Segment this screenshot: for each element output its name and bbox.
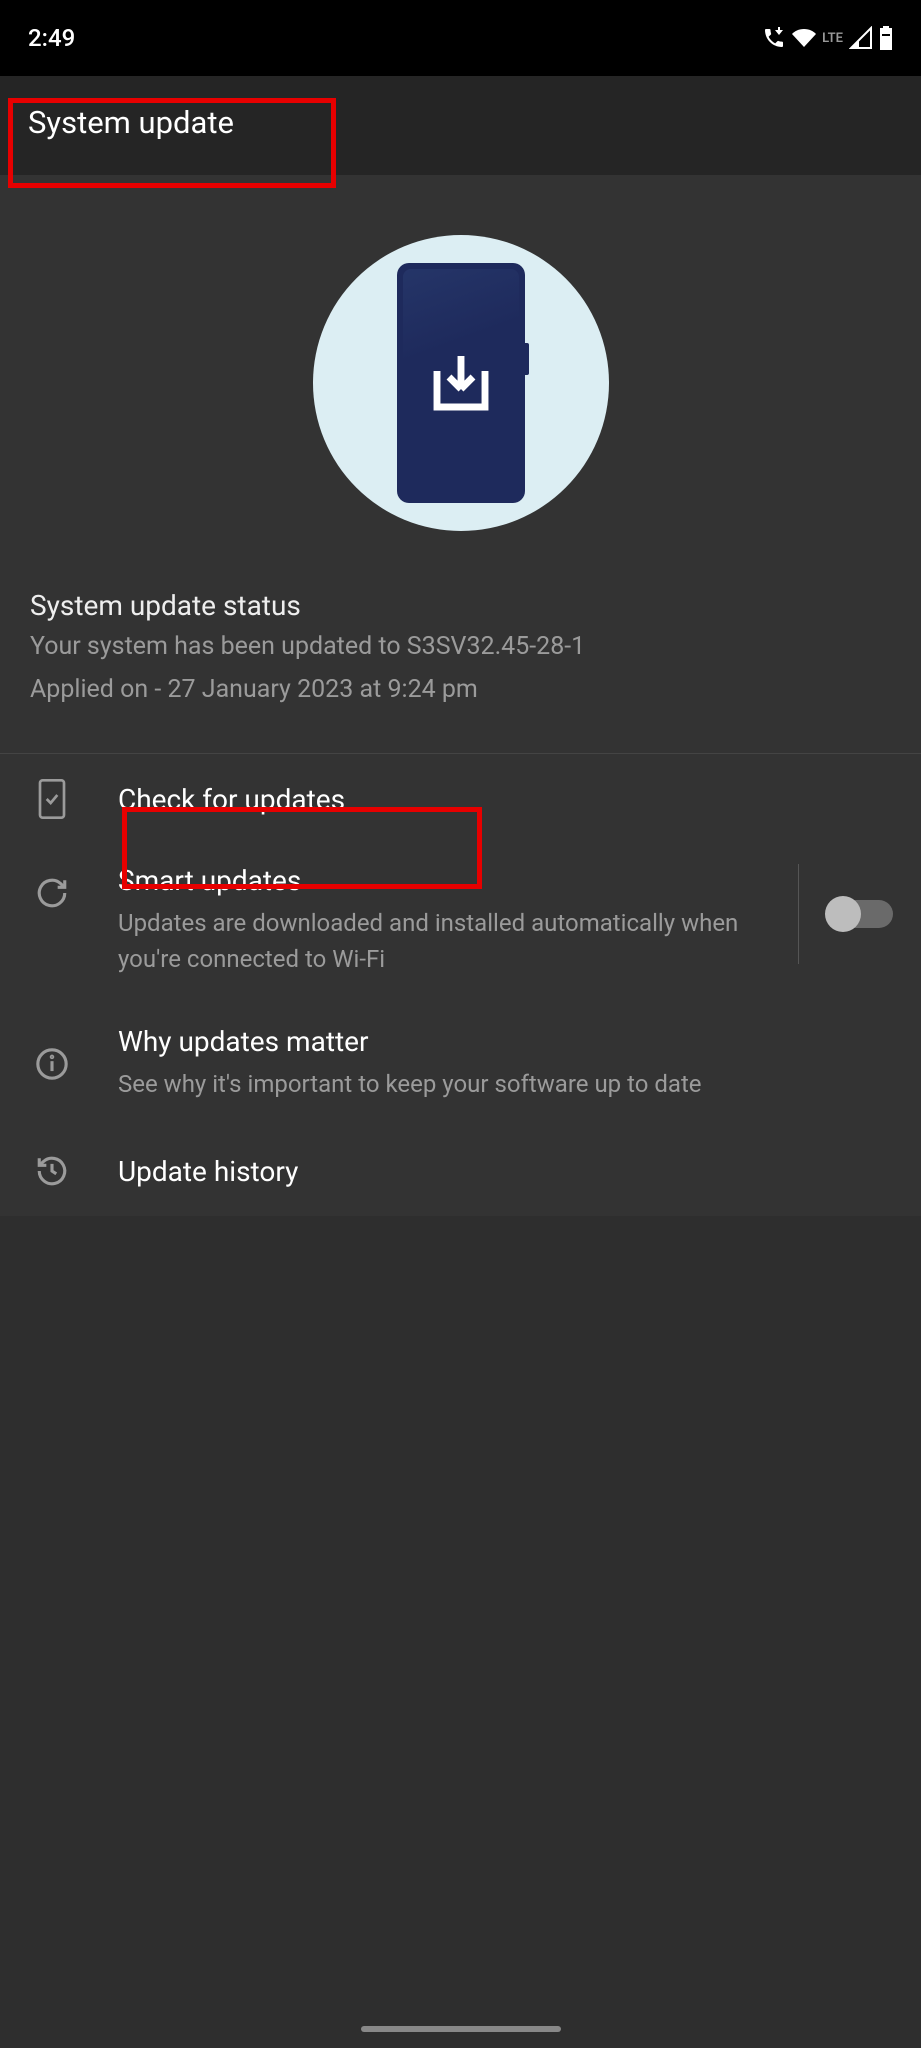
- update-status-section: System update status Your system has bee…: [0, 175, 921, 754]
- page-header: System update: [0, 76, 921, 175]
- wifi-calling-icon: [762, 26, 786, 50]
- smart-updates-label: Smart updates: [118, 864, 780, 897]
- phone-check-icon: [36, 779, 68, 819]
- status-icons: LTE: [762, 26, 893, 50]
- why-updates-sub: See why it's important to keep your soft…: [118, 1066, 893, 1102]
- status-applied: Applied on - 27 January 2023 at 9:24 pm: [30, 675, 891, 704]
- download-icon: [425, 347, 497, 419]
- signal-icon: [849, 26, 873, 50]
- status-time: 2:49: [28, 24, 75, 52]
- update-history-row[interactable]: Update history: [0, 1126, 921, 1216]
- check-for-updates-label: Check for updates: [118, 783, 893, 816]
- network-label: LTE: [822, 31, 843, 46]
- phone-illustration: [313, 235, 609, 531]
- why-updates-row[interactable]: Why updates matter See why it's importan…: [0, 1001, 921, 1126]
- info-icon: [35, 1047, 69, 1081]
- options-list: Check for updates Smart updates Updates …: [0, 754, 921, 1216]
- check-for-updates-row[interactable]: Check for updates: [0, 754, 921, 844]
- status-body: Your system has been updated to S3SV32.4…: [30, 632, 891, 661]
- status-title: System update status: [30, 589, 891, 622]
- why-updates-label: Why updates matter: [118, 1025, 893, 1058]
- page-title: System update: [28, 104, 893, 141]
- smart-updates-sub: Updates are downloaded and installed aut…: [118, 905, 780, 977]
- wifi-icon: [792, 26, 816, 50]
- smart-updates-toggle[interactable]: [827, 900, 893, 928]
- update-history-label: Update history: [118, 1155, 893, 1188]
- nav-handle[interactable]: [361, 2026, 561, 2032]
- status-bar: 2:49 LTE: [0, 0, 921, 76]
- battery-icon: [879, 26, 893, 50]
- history-icon: [35, 1154, 69, 1188]
- smart-updates-row[interactable]: Smart updates Updates are downloaded and…: [0, 844, 921, 1001]
- refresh-icon: [35, 876, 69, 910]
